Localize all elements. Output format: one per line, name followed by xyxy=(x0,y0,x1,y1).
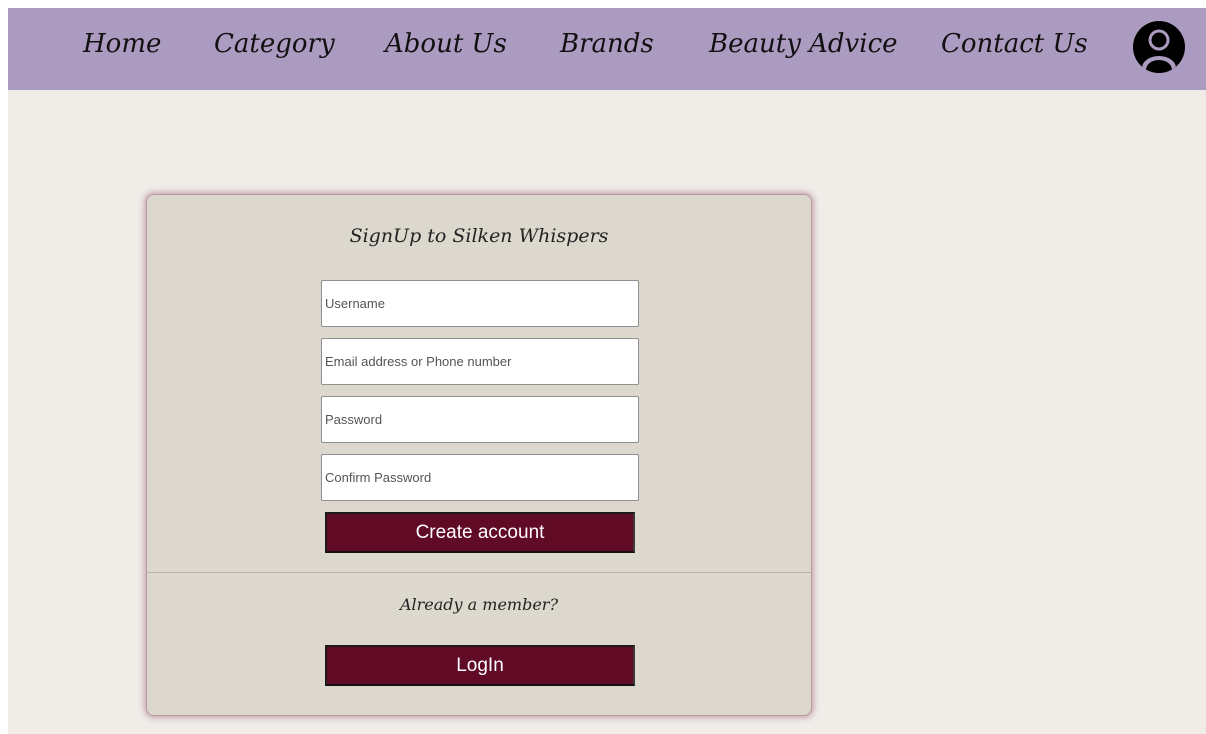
nav-about-us[interactable]: About Us xyxy=(385,24,507,64)
confirm-password-input[interactable] xyxy=(321,454,639,501)
navbar: Home Category About Us Brands Beauty Adv… xyxy=(8,8,1206,90)
username-input[interactable] xyxy=(321,280,639,327)
already-member-text: Already a member? xyxy=(399,595,559,614)
password-input[interactable] xyxy=(321,396,639,443)
card-divider xyxy=(147,572,811,573)
signup-card: SignUp to Silken Whispers Create account… xyxy=(146,194,812,716)
login-button[interactable]: LogIn xyxy=(325,645,635,686)
nav-home[interactable]: Home xyxy=(83,24,161,64)
nav-category[interactable]: Category xyxy=(214,24,335,64)
page: Home Category About Us Brands Beauty Adv… xyxy=(8,8,1206,734)
user-circle-icon[interactable] xyxy=(1132,20,1186,74)
create-account-button[interactable]: Create account xyxy=(325,512,635,553)
signup-title: SignUp to Silken Whispers xyxy=(349,225,609,247)
nav-brands[interactable]: Brands xyxy=(560,24,654,64)
email-phone-input[interactable] xyxy=(321,338,639,385)
nav-beauty-advice[interactable]: Beauty Advice xyxy=(709,24,898,64)
nav-contact-us[interactable]: Contact Us xyxy=(941,24,1088,64)
